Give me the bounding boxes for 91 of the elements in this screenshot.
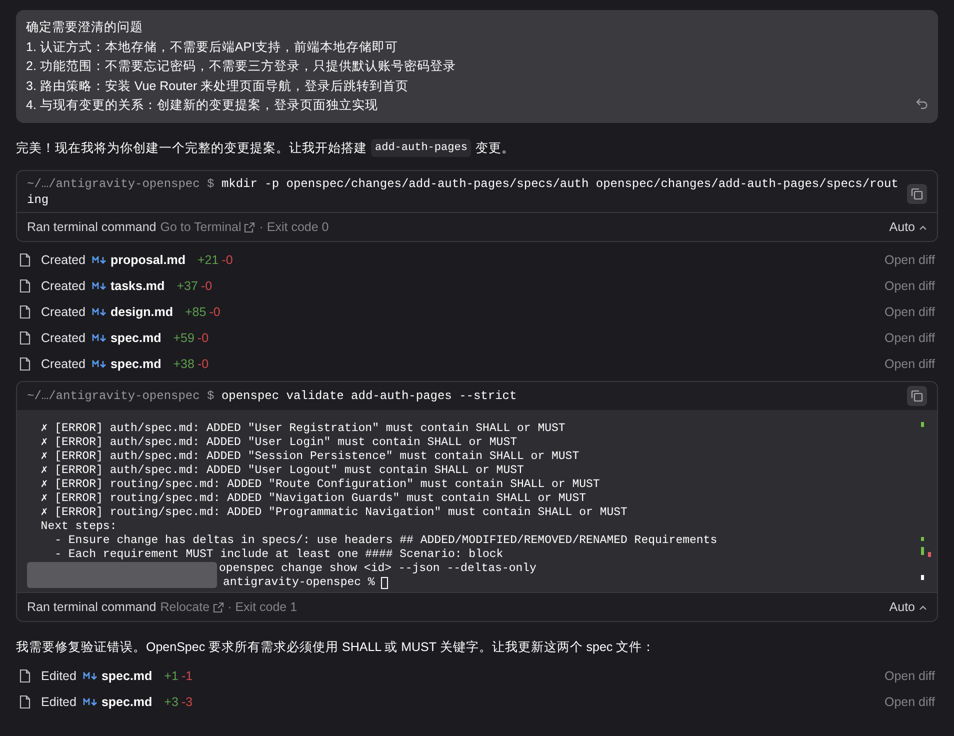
file-icon bbox=[19, 331, 31, 346]
action-label: Created bbox=[41, 304, 86, 321]
open-diff-link[interactable]: Open diff bbox=[884, 666, 935, 686]
terminal-link[interactable]: Go to Terminal bbox=[160, 218, 256, 237]
action-label: Created bbox=[41, 356, 86, 373]
added-count: +38 bbox=[173, 356, 194, 373]
file-name[interactable]: spec.md bbox=[101, 692, 152, 712]
open-diff-link[interactable]: Open diff bbox=[884, 302, 935, 322]
file-icon bbox=[19, 253, 31, 268]
open-diff-link[interactable]: Open diff bbox=[884, 276, 935, 296]
file-name[interactable]: spec.md bbox=[101, 666, 152, 686]
assistant-text: 完美！现在我将为你创建一个完整的变更提案。让我开始搭建 bbox=[16, 140, 367, 156]
message-line: 4. 与现有变更的关系：创建新的变更提案，登录页面独立实现 bbox=[26, 97, 379, 114]
undo-icon[interactable] bbox=[916, 98, 928, 108]
terminal-link[interactable]: Relocate bbox=[160, 598, 224, 617]
removed-count: -0 bbox=[197, 356, 209, 373]
exit-code-text: · Exit code 1 bbox=[228, 598, 298, 616]
markdown-icon bbox=[92, 334, 108, 342]
exit-code-text: · Exit code 0 bbox=[259, 218, 329, 236]
added-count: +37 bbox=[176, 278, 198, 295]
copy-button[interactable] bbox=[907, 184, 927, 204]
output-line: ✗ [ERROR] routing/spec.md: ADDED "Route Configuration" must contain SHALL or MUST bbox=[40, 478, 601, 492]
markdown-icon bbox=[92, 308, 108, 316]
action-label: Created bbox=[41, 278, 86, 295]
inline-code: add-auth-pages bbox=[371, 138, 472, 158]
action-label: Created bbox=[41, 252, 86, 269]
message-line: 3. 路由策略：安装 Vue Router 来处理页面导航，登录后跳转到首页 bbox=[26, 78, 410, 94]
action-label: Edited bbox=[41, 668, 76, 685]
file-icon bbox=[19, 357, 31, 372]
file-name[interactable]: design.md bbox=[110, 302, 173, 322]
terminal-command-line: ~/…/antigravity-openspec $ mkdir -p openspec/changes/add-auth-pages/specs/auth openspec/changes/add-auth-pages/specs/routing bbox=[27, 176, 900, 208]
output-line: - Ensure change has deltas in specs/: use headers ## ADDED/MODIFIED/REMOVED/RENAMED Requirements bbox=[54, 534, 718, 548]
output-line: ✗ [ERROR] auth/spec.md: ADDED "User Login" must contain SHALL or MUST bbox=[40, 436, 518, 450]
status-text: Ran terminal command bbox=[27, 598, 156, 616]
chevron-up-icon bbox=[919, 604, 927, 610]
removed-count: -3 bbox=[181, 694, 193, 711]
file-name[interactable]: proposal.md bbox=[110, 250, 186, 270]
markdown-icon bbox=[83, 698, 98, 706]
output-line: Next steps: bbox=[40, 520, 118, 534]
removed-count: -0 bbox=[222, 252, 233, 269]
output-line: openspec change show <id> --json --deltas-only bbox=[219, 562, 536, 576]
file-name[interactable]: tasks.md bbox=[110, 276, 165, 296]
terminal-cursor bbox=[380, 577, 388, 590]
file-icon bbox=[19, 669, 31, 683]
file-icon bbox=[19, 279, 31, 294]
output-line: ✗ [ERROR] auth/spec.md: ADDED "Session Persistence" must contain SHALL or MUST bbox=[40, 450, 580, 464]
copy-button[interactable] bbox=[907, 386, 927, 406]
removed-count: -1 bbox=[181, 668, 193, 685]
removed-count: -0 bbox=[200, 278, 212, 295]
added-count: +1 bbox=[164, 668, 178, 685]
assistant-text: 我需要修复验证错误。OpenSpec 要求所有需求必须使用 SHALL 或 MUST 关键字。让我更新这两个 spec 文件： bbox=[16, 639, 656, 656]
added-count: +59 bbox=[173, 330, 194, 347]
open-diff-link[interactable]: Open diff bbox=[884, 692, 935, 712]
file-name[interactable]: spec.md bbox=[110, 354, 162, 374]
removed-count: -0 bbox=[197, 330, 209, 347]
markdown-icon bbox=[92, 282, 108, 290]
external-link-icon bbox=[212, 602, 224, 613]
open-diff-link[interactable]: Open diff bbox=[884, 250, 935, 270]
added-count: +85 bbox=[185, 304, 206, 321]
file-icon bbox=[19, 305, 31, 320]
message-line: 1. 认证方式：本地存储，不需要后端API支持，前端本地存储即可 bbox=[26, 38, 400, 56]
auto-dropdown[interactable]: Auto bbox=[889, 598, 927, 617]
external-link-icon bbox=[244, 222, 256, 233]
file-icon bbox=[19, 695, 31, 709]
terminal-command: openspec validate add-auth-pages --strict bbox=[221, 389, 517, 404]
output-line: ✗ [ERROR] routing/spec.md: ADDED "Navigation Guards" must contain SHALL or MUST bbox=[40, 492, 588, 506]
message-line: 确定需要澄清的问题 bbox=[26, 19, 144, 36]
message-line: 2. 功能范围：不需要忘记密码，不需要三方登录，只提供默认账号密码登录 bbox=[26, 58, 457, 75]
added-count: +3 bbox=[164, 694, 178, 711]
copy-icon bbox=[911, 390, 923, 402]
open-diff-link[interactable]: Open diff bbox=[884, 354, 935, 374]
output-line: ✗ [ERROR] auth/spec.md: ADDED "User Registration" must contain SHALL or MUST bbox=[40, 422, 566, 436]
output-line: - Each requirement MUST include at least one #### Scenario: block bbox=[54, 548, 504, 562]
terminal-prompt: ~/…/antigravity-openspec $ bbox=[27, 389, 216, 404]
output-line: ✗ [ERROR] routing/spec.md: ADDED "Programmatic Navigation" must contain SHALL or MUST bbox=[40, 506, 628, 520]
shell-prompt: antigravity-openspec % bbox=[223, 576, 375, 590]
markdown-icon bbox=[83, 672, 98, 680]
action-label: Created bbox=[41, 330, 86, 347]
chevron-up-icon bbox=[919, 224, 927, 230]
copy-icon bbox=[911, 188, 923, 200]
removed-count: -0 bbox=[209, 304, 220, 321]
auto-dropdown[interactable]: Auto bbox=[889, 218, 927, 237]
assistant-text: 变更。 bbox=[475, 140, 514, 156]
file-name[interactable]: spec.md bbox=[110, 328, 162, 348]
markdown-icon bbox=[92, 360, 108, 368]
added-count: +21 bbox=[198, 252, 219, 269]
status-text: Ran terminal command bbox=[27, 218, 156, 236]
output-line: ✗ [ERROR] auth/spec.md: ADDED "User Logout" must contain SHALL or MUST bbox=[40, 464, 525, 478]
markdown-icon bbox=[92, 256, 108, 264]
action-label: Edited bbox=[41, 694, 76, 711]
open-diff-link[interactable]: Open diff bbox=[884, 328, 935, 348]
